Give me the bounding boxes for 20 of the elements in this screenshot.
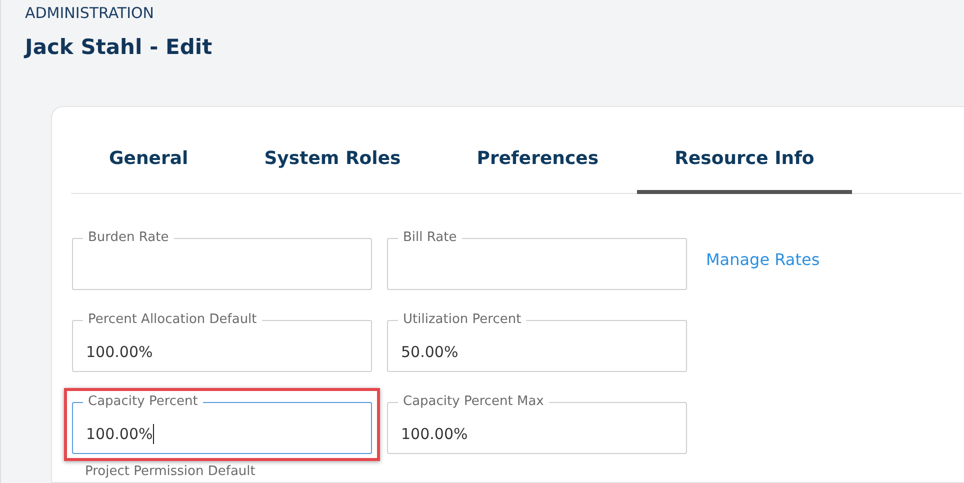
input-field[interactable]: Percent Allocation Default 100.00%: [72, 311, 372, 372]
field-label: Bill Rate: [402, 229, 458, 247]
input-field[interactable]: Burden Rate: [72, 229, 372, 290]
tab[interactable]: System Roles: [226, 127, 439, 194]
input-field[interactable]: Bill Rate: [387, 229, 687, 290]
section-label: ADMINISTRATION: [25, 3, 154, 23]
field-label: Project Permission Default: [85, 463, 256, 481]
input-field[interactable]: Utilization Percent 50.00%: [387, 311, 687, 372]
field-label: Utilization Percent: [402, 311, 522, 329]
field-label: Burden Rate: [87, 229, 170, 247]
tab[interactable]: Preferences: [438, 127, 637, 194]
field-label: Capacity Percent Max: [402, 393, 545, 411]
input-field[interactable]: Capacity Percent 100.00%: [72, 393, 372, 454]
tab[interactable]: Resource Info: [636, 127, 852, 194]
tab[interactable]: General: [71, 127, 226, 194]
input-field[interactable]: Capacity Percent Max 100.00%: [387, 393, 687, 454]
field-label: Capacity Percent: [87, 393, 199, 411]
text-cursor-icon: [152, 424, 154, 444]
field-label: Percent Allocation Default: [87, 311, 258, 329]
page-title: Jack Stahl - Edit: [25, 34, 212, 61]
